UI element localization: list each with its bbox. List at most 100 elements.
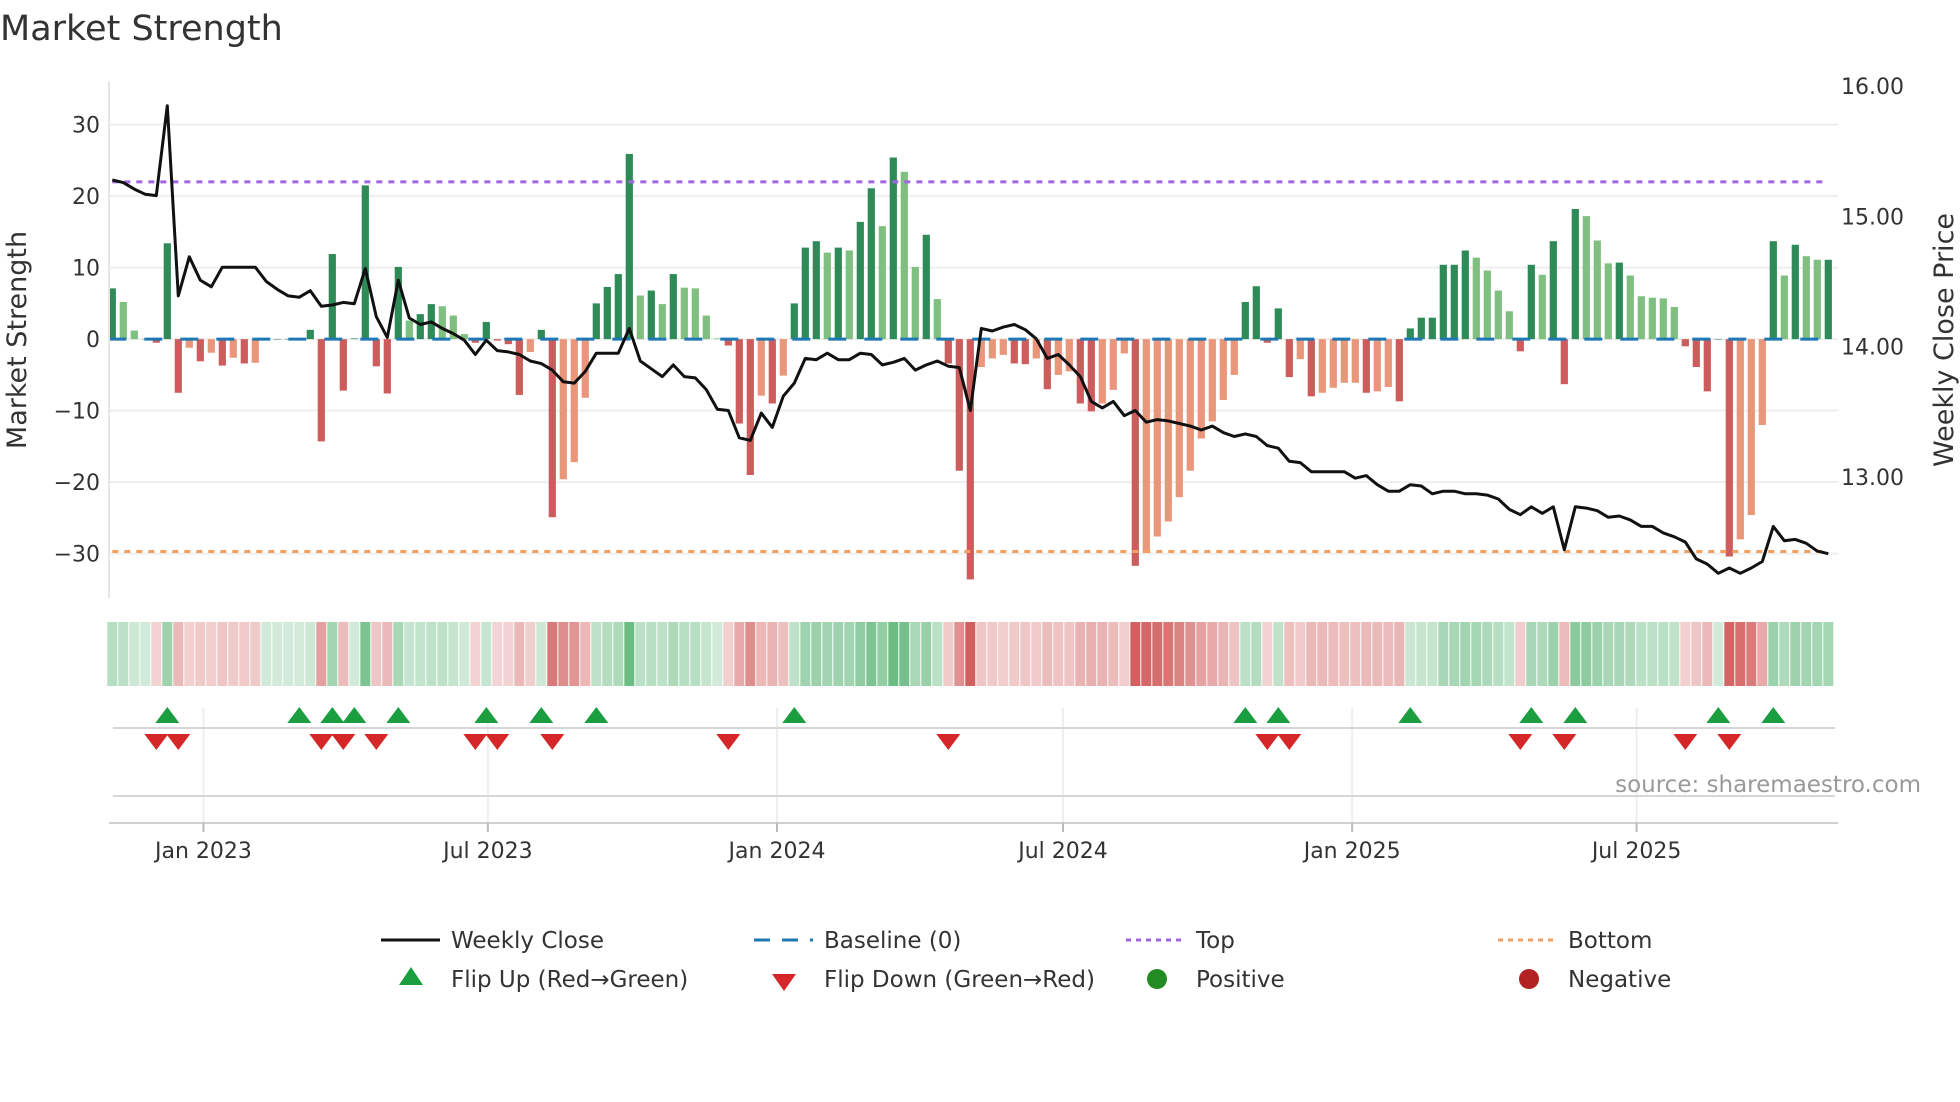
- y-tick-label: −10: [54, 400, 100, 425]
- strength-bar: [240, 339, 248, 364]
- strength-bar: [416, 314, 424, 340]
- strip-cell: [756, 622, 767, 686]
- strength-bar: [1285, 339, 1293, 378]
- strip-cell: [1823, 622, 1834, 686]
- strip-cell: [1064, 622, 1075, 686]
- strip-cell: [767, 622, 778, 686]
- strip-cell: [668, 622, 679, 686]
- strip-cell: [613, 622, 624, 686]
- strength-bar: [1186, 339, 1194, 471]
- strength-bar: [1142, 339, 1150, 553]
- strength-bar: [438, 306, 446, 340]
- strength-bar: [1670, 306, 1678, 340]
- strip-cell: [943, 622, 954, 686]
- strip-cell: [998, 622, 1009, 686]
- legend: Weekly Close Baseline (0) Top Bottom Fli…: [381, 928, 1671, 993]
- strip-cell: [349, 622, 360, 686]
- strip-cell: [107, 622, 118, 686]
- strip-cell: [1086, 622, 1097, 686]
- strip-cell: [1108, 622, 1119, 686]
- strip-cell: [833, 622, 844, 686]
- strength-bar: [1747, 339, 1755, 516]
- strength-bar: [1439, 264, 1447, 340]
- flip-down-marker: [540, 734, 565, 750]
- strip-cell: [1361, 622, 1372, 686]
- strength-bar: [779, 339, 787, 376]
- strip-cell: [261, 622, 272, 686]
- strip-cell: [1449, 622, 1460, 686]
- strip-cell: [283, 622, 294, 686]
- strength-bar: [1318, 339, 1326, 393]
- strip-cell: [1603, 622, 1614, 686]
- flip-up-marker: [1233, 707, 1258, 723]
- strip-cell: [1636, 622, 1647, 686]
- source-credit: source: sharemaestro.com: [1615, 772, 1921, 798]
- strip-cell: [1174, 622, 1185, 686]
- strength-bar: [339, 339, 347, 391]
- strength-bar: [1626, 275, 1634, 340]
- strength-bar: [1516, 339, 1524, 352]
- strength-bar: [988, 339, 996, 359]
- legend-negative: Negative: [1568, 967, 1671, 993]
- x-tick-label: Jan 2024: [727, 839, 826, 864]
- strength-bar: [1252, 286, 1260, 340]
- strip-cell: [1614, 622, 1625, 686]
- strength-bar: [1659, 298, 1667, 340]
- strength-bar: [394, 266, 402, 340]
- strip-cell: [1460, 622, 1471, 686]
- strength-bar: [999, 339, 1007, 355]
- strip-cell: [921, 622, 932, 686]
- strength-bar: [1329, 339, 1337, 388]
- y-tick-label: −20: [54, 471, 100, 496]
- strength-bar: [1076, 339, 1084, 404]
- flip-down-marker: [1255, 734, 1280, 750]
- strength-bar: [482, 321, 490, 340]
- strength-bar: [1648, 297, 1656, 340]
- strength-bar: [383, 339, 391, 394]
- strength-bar: [1758, 339, 1766, 425]
- strength-bar: [1604, 263, 1612, 340]
- y-tick-label: 20: [72, 185, 100, 210]
- strip-cell: [1779, 622, 1790, 686]
- strength-bar: [361, 185, 369, 340]
- strength-bar: [1208, 339, 1216, 422]
- legend-negative-icon: [1519, 969, 1539, 989]
- strip-cell: [151, 622, 162, 686]
- strip-cell: [1746, 622, 1757, 686]
- strip-cell: [371, 622, 382, 686]
- strip-cell: [1581, 622, 1592, 686]
- strip-cell: [1680, 622, 1691, 686]
- y-axis-right-label: Weekly Close Price: [1929, 213, 1960, 467]
- strength-bar: [1560, 339, 1568, 385]
- strength-bar: [603, 286, 611, 340]
- strip-cell: [679, 622, 690, 686]
- strip-cell: [1031, 622, 1042, 686]
- strip-cell: [1647, 622, 1658, 686]
- strength-bar: [1615, 262, 1623, 340]
- strip-cell: [514, 622, 525, 686]
- strength-bar: [1692, 339, 1700, 368]
- strip-cell: [976, 622, 987, 686]
- strip-cell: [1724, 622, 1735, 686]
- flip-down-marker: [1277, 734, 1302, 750]
- strip-cell: [1152, 622, 1163, 686]
- strip-cell: [217, 622, 228, 686]
- strength-bar: [1197, 339, 1205, 439]
- x-tick-label: Jul 2024: [1016, 839, 1108, 864]
- strip-cell: [1504, 622, 1515, 686]
- flip-up-marker: [342, 707, 367, 723]
- strip-cell: [1350, 622, 1361, 686]
- strip-cell: [415, 622, 426, 686]
- strength-bar: [1153, 339, 1161, 537]
- strip-cell: [723, 622, 734, 686]
- strip-cell: [877, 622, 888, 686]
- strip-cell: [525, 622, 536, 686]
- strip-cell: [426, 622, 437, 686]
- strip-cell: [1713, 622, 1724, 686]
- strength-bar: [1010, 339, 1018, 364]
- strip-cell: [1185, 622, 1196, 686]
- strip-cell: [844, 622, 855, 686]
- strip-cell: [1691, 622, 1702, 686]
- legend-top: Top: [1195, 928, 1235, 954]
- strip-cell: [448, 622, 459, 686]
